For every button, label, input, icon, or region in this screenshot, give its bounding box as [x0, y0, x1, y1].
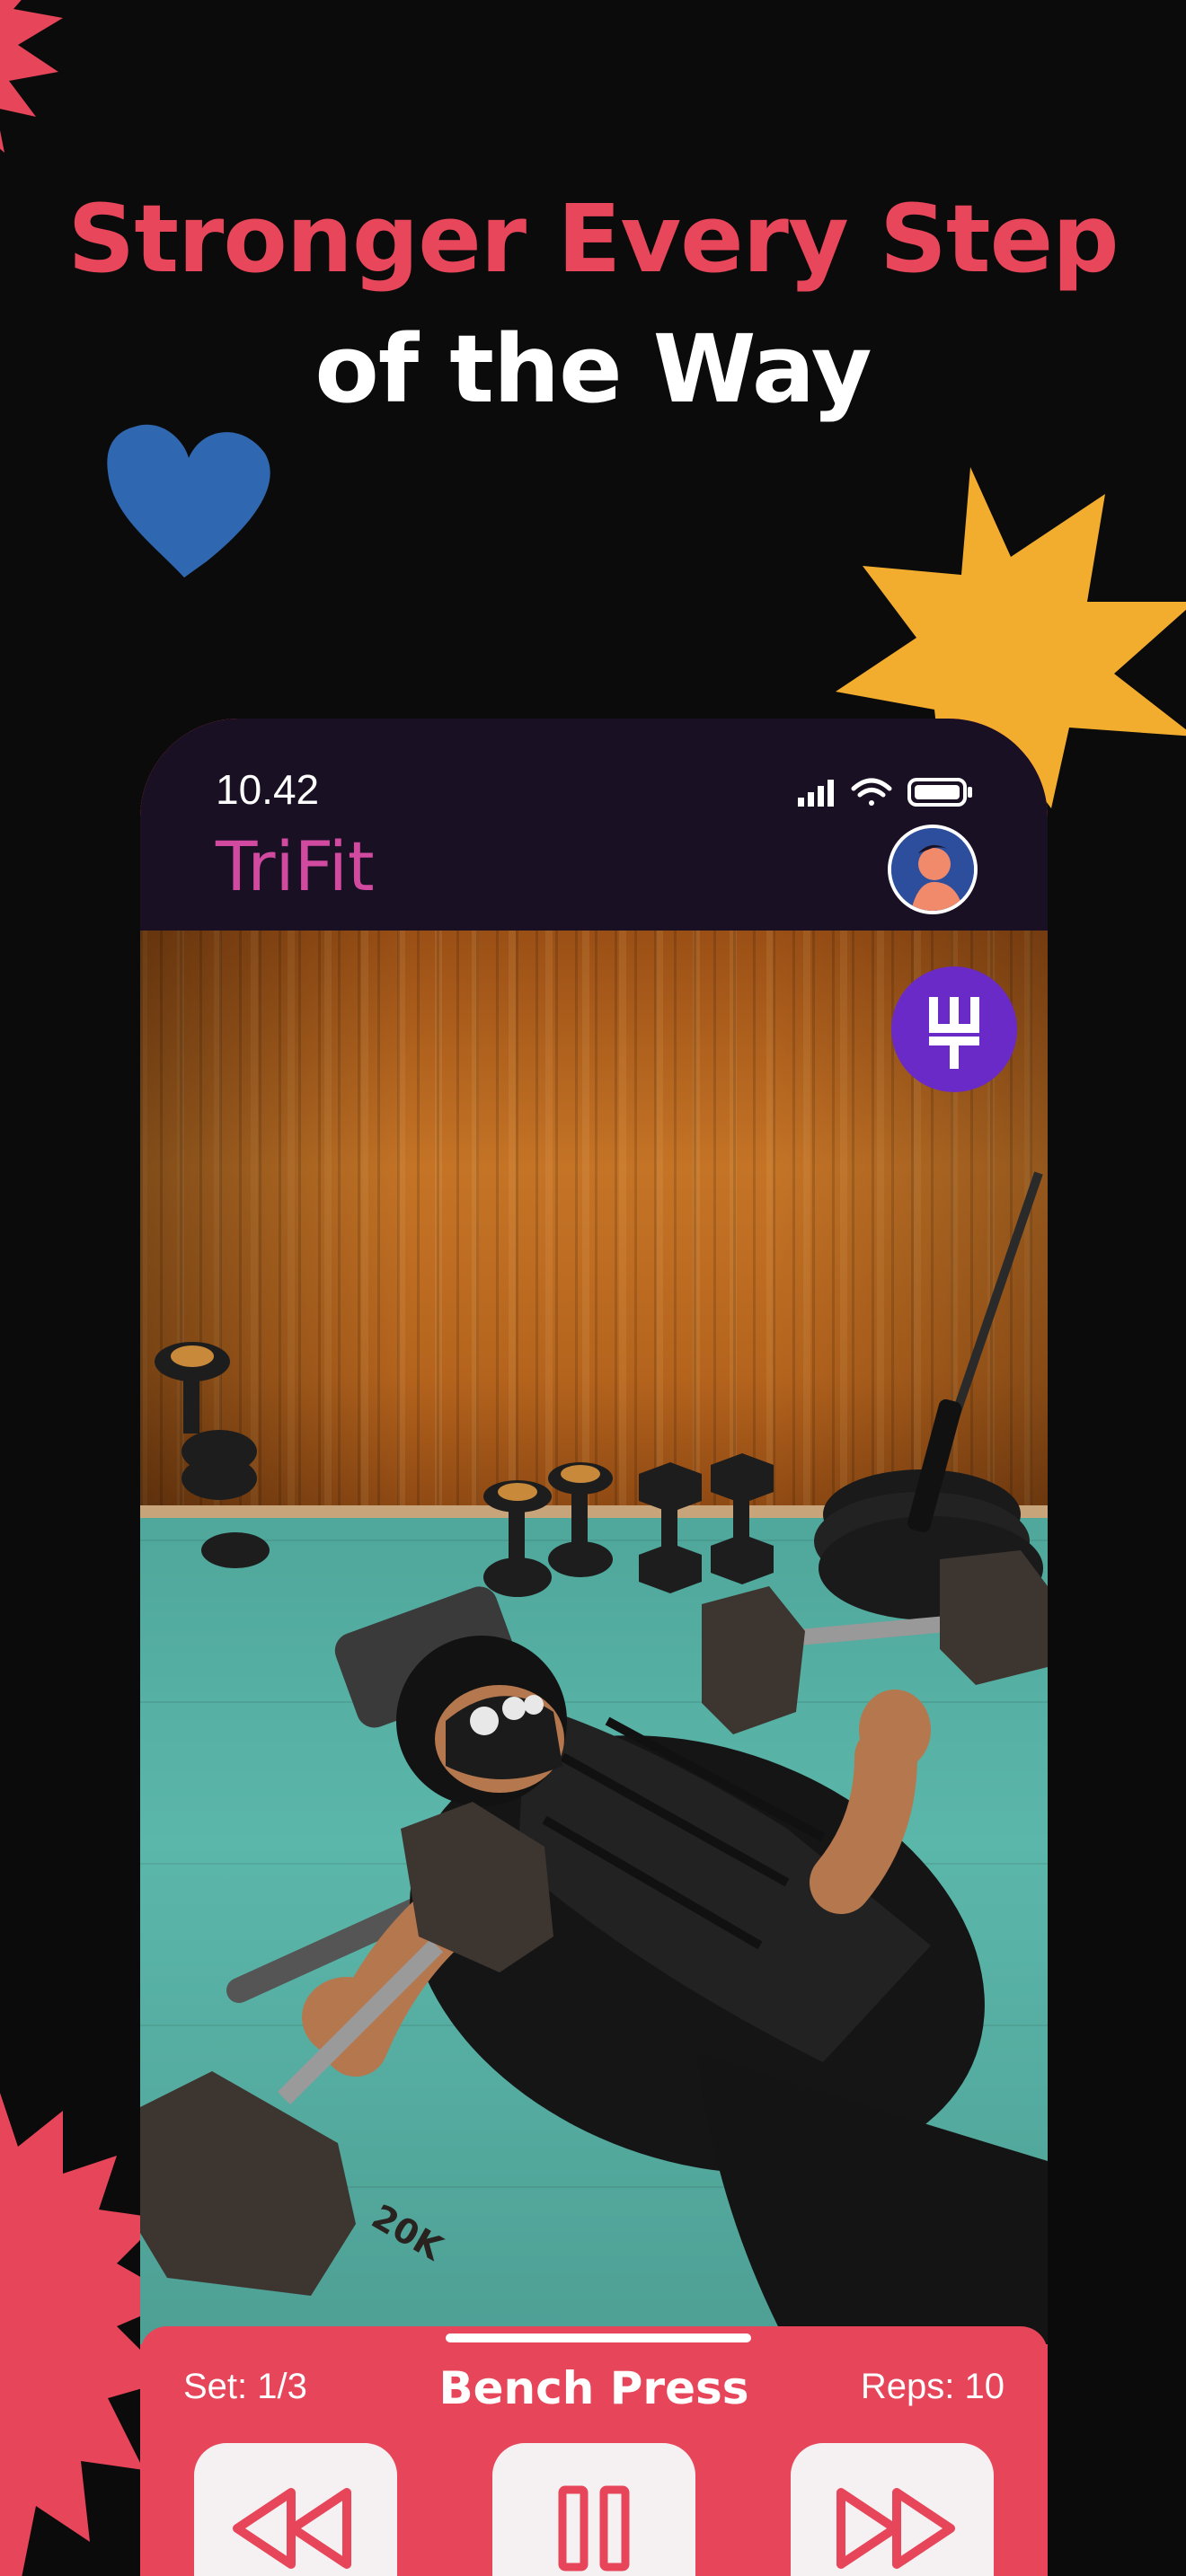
brand-badge[interactable]	[891, 966, 1017, 1092]
reps-counter: Reps: 10	[860, 2367, 1005, 2406]
headline-line-2: of the Way	[314, 314, 872, 424]
fast-forward-icon	[836, 2488, 955, 2569]
avatar[interactable]	[888, 825, 978, 914]
burst-decoration-icon	[0, 0, 63, 153]
fast-forward-button[interactable]	[791, 2443, 994, 2576]
status-icons	[798, 778, 972, 807]
profile-avatar-icon	[891, 828, 974, 911]
app-title: TriFit	[216, 826, 375, 906]
app-screen: 10.42 TriFit 20K Set: 1/3 Bench Press Re…	[140, 719, 1048, 2576]
trident-icon	[929, 997, 979, 1069]
pause-button[interactable]	[492, 2443, 695, 2576]
status-time: 10.42	[216, 766, 320, 813]
pause-icon	[558, 2485, 630, 2572]
signal-icon	[798, 780, 834, 807]
promo-screen: Stronger Every Step of the Way 10.42 Tri…	[0, 0, 1186, 2576]
workout-photo: 20K	[140, 931, 1048, 2344]
workout-illustration: 20K	[140, 1171, 1048, 2344]
wifi-icon	[851, 778, 892, 806]
heart-icon	[107, 424, 270, 578]
headline-line-1: Stronger Every Step	[67, 184, 1119, 294]
dumbbell-label: 20K	[366, 2197, 451, 2269]
phone-mockup: 10.42 TriFit 20K Set: 1/3 Bench Press Re…	[140, 719, 1048, 2576]
battery-icon	[907, 778, 972, 807]
rewind-icon	[233, 2488, 351, 2569]
rewind-button[interactable]	[194, 2443, 397, 2576]
home-indicator	[446, 2333, 751, 2342]
